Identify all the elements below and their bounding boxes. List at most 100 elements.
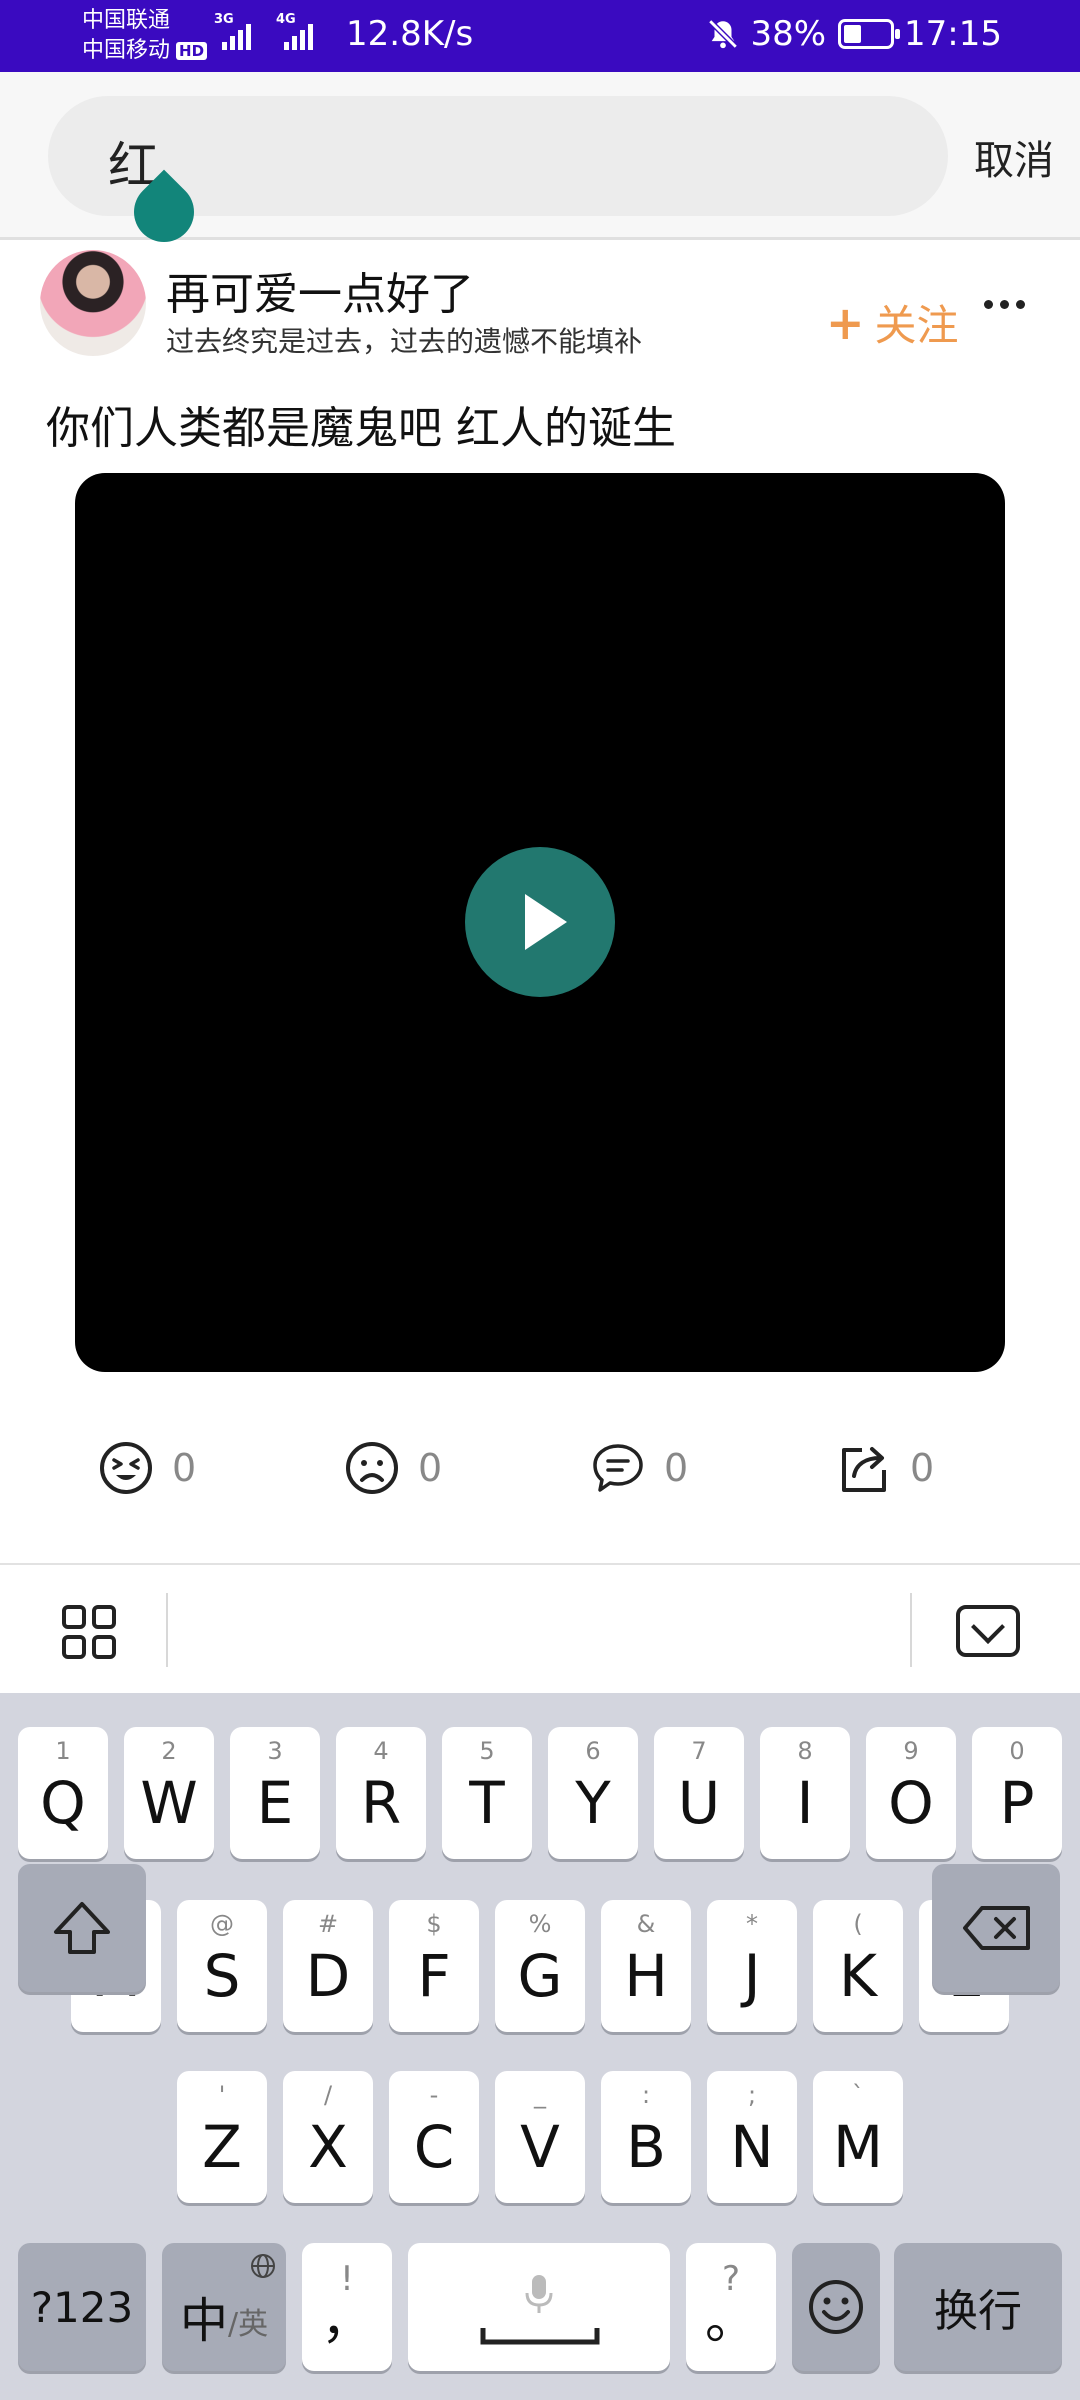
key-label: Q [40, 1769, 86, 1837]
key-label: E [256, 1769, 294, 1837]
key-label: B [626, 2113, 666, 2181]
collapse-keyboard-icon[interactable] [956, 1605, 1020, 1657]
key-label: G [517, 1942, 563, 2010]
sad-action[interactable]: 0 [344, 1440, 442, 1496]
key-i[interactable]: 8I [760, 1727, 850, 1859]
key-s[interactable]: @ S [177, 1900, 267, 2032]
key-t[interactable]: 5T [442, 1727, 532, 1859]
key-hint: % [528, 1910, 552, 1938]
key-label: X [308, 2113, 348, 2181]
video-player[interactable] [75, 473, 1005, 1372]
post-username[interactable]: 再可爱一点好了 [166, 258, 474, 322]
key-p[interactable]: 0P [972, 1727, 1062, 1859]
microphone-icon [525, 2275, 553, 2313]
key-g[interactable]: % G [495, 1900, 585, 2032]
key-hint: ( [853, 1910, 863, 1938]
key-k[interactable]: (K [813, 1900, 903, 2032]
toolbar-divider [910, 1593, 912, 1667]
key-j[interactable]: * J [707, 1900, 797, 2032]
battery-icon [838, 19, 901, 49]
status-bar: 中国联通 中国移动 HD 3G 4G 12.8K/s 38% 17:15 [0, 0, 1080, 72]
key-hint: * [746, 1910, 758, 1938]
globe-icon [251, 2254, 275, 2278]
key-o[interactable]: 9O [866, 1727, 956, 1859]
key-z[interactable]: ' Z [177, 2071, 267, 2203]
key-hint: 3 [267, 1737, 283, 1765]
play-icon[interactable] [465, 847, 615, 997]
key-w[interactable]: 2W [124, 1727, 214, 1859]
key-label: J [743, 1942, 761, 2010]
laugh-action[interactable]: 0 [98, 1440, 196, 1496]
apps-grid-icon[interactable] [62, 1605, 116, 1659]
shift-key[interactable] [18, 1864, 146, 1992]
comment-bubble-icon [593, 1444, 643, 1492]
enter-key[interactable]: 换行 [894, 2243, 1062, 2371]
key-hint: ` [852, 2081, 864, 2109]
space-key[interactable] [408, 2243, 670, 2371]
comma-key[interactable]: ! ， [302, 2243, 392, 2371]
clock: 17:15 [904, 14, 1002, 54]
emoji-icon [809, 2280, 863, 2334]
keyboard-toolbar [0, 1563, 1080, 1693]
key-hint: 8 [797, 1737, 813, 1765]
share-icon [842, 1447, 886, 1492]
post-text: 你们人类都是魔鬼吧 红人的诞生 [46, 403, 676, 454]
key-b[interactable]: :B [601, 2071, 691, 2203]
key-f[interactable]: $ F [389, 1900, 479, 2032]
emoji-key[interactable] [792, 2243, 880, 2371]
backspace-key[interactable] [932, 1864, 1060, 1992]
network-speed: 12.8K/s [346, 14, 474, 54]
follow-label: 关注 [874, 301, 959, 350]
sad-count: 0 [418, 1446, 443, 1490]
key-hint: # [317, 1910, 339, 1938]
cancel-button[interactable]: 取消 [974, 128, 1054, 186]
key-hint: 0 [1009, 1737, 1025, 1765]
language-switch-key[interactable]: 中 /英 [162, 2243, 286, 2371]
follow-button[interactable]: + 关注 [826, 292, 959, 353]
key-r[interactable]: 4R [336, 1727, 426, 1859]
key-hint: 1 [55, 1737, 71, 1765]
key-label: V [520, 2113, 560, 2181]
key-hint: 2 [161, 1737, 177, 1765]
key-label: U [677, 1769, 721, 1837]
symbols-key[interactable]: ?123 [18, 2243, 146, 2371]
key-h[interactable]: & H [601, 1900, 691, 2032]
key-y[interactable]: 6Y [548, 1727, 638, 1859]
key-n[interactable]: ; N [707, 2071, 797, 2203]
key-label: H [624, 1942, 668, 2010]
key-c[interactable]: -C [389, 2071, 479, 2203]
mute-bell-icon [708, 19, 739, 49]
toolbar-divider [166, 1593, 168, 1667]
key-label: T [469, 1769, 505, 1837]
post-actions: 0 0 0 0 [0, 1440, 1080, 1510]
key-label: S [203, 1942, 241, 2010]
carrier-1: 中国联通 [82, 8, 171, 33]
key-m[interactable]: ` M [813, 2071, 903, 2203]
key-label: Y [575, 1769, 611, 1837]
share-action[interactable]: 0 [836, 1440, 934, 1496]
battery-percent: 38% [750, 14, 827, 54]
key-hint: : [641, 2081, 651, 2109]
key-label: W [140, 1769, 198, 1837]
more-options-icon[interactable] [984, 300, 1025, 309]
key-label: Z [202, 2113, 242, 2181]
comment-action[interactable]: 0 [590, 1440, 688, 1496]
key-d[interactable]: # D [283, 1900, 373, 2032]
key-q[interactable]: 1Q [18, 1727, 108, 1859]
key-hint: ; [747, 2081, 757, 2109]
key-hint: 7 [691, 1737, 707, 1765]
key-hint: 4 [373, 1737, 389, 1765]
key-e[interactable]: 3E [230, 1727, 320, 1859]
signal-icon-2: 4G [276, 12, 313, 50]
key-x[interactable]: / X [283, 2071, 373, 2203]
hd-badge: HD [176, 42, 208, 60]
key-hint: ' [218, 2081, 226, 2109]
key-v[interactable]: _ V [495, 2071, 585, 2203]
key-u[interactable]: 7U [654, 1727, 744, 1859]
key-hint: & [636, 1910, 656, 1938]
avatar[interactable] [40, 250, 146, 356]
key-label: C [413, 2113, 455, 2181]
key-label: R [360, 1769, 402, 1837]
period-key[interactable]: ? 。 [686, 2243, 776, 2371]
carrier-2: 中国移动 [82, 38, 171, 63]
